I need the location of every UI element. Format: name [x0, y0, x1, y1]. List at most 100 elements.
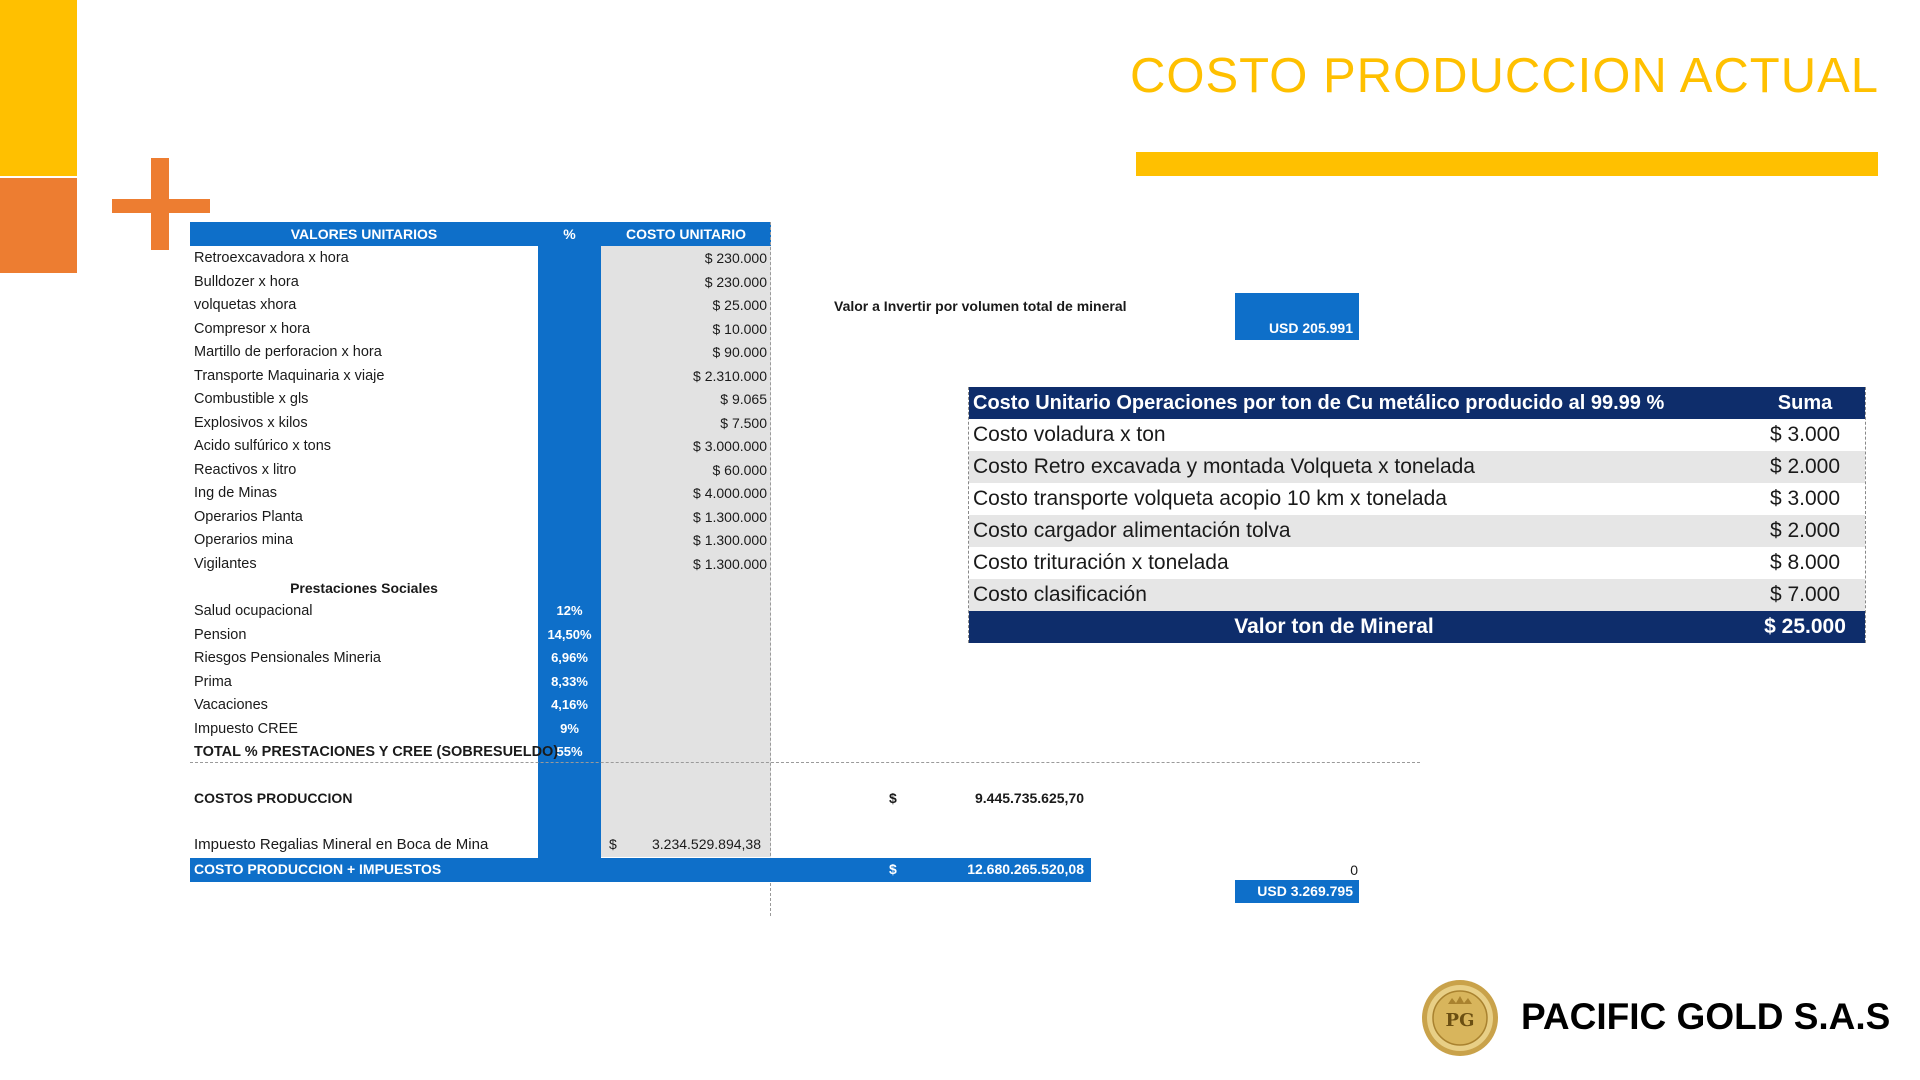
table-row: Costo trituración x tonelada $ 8.000 — [969, 547, 1865, 579]
operations-table-header: Costo Unitario Operaciones por ton de Cu… — [969, 387, 1865, 419]
page-title: COSTO PRODUCCION ACTUAL — [1130, 49, 1880, 103]
row-label: Costo cargador alimentación tolva — [973, 519, 1291, 542]
row-value: $ 230.000 — [704, 250, 767, 266]
row-label: TOTAL % PRESTACIONES Y CREE (SOBRESUELDO… — [194, 744, 559, 760]
row-label: Transporte Maquinaria x viaje — [194, 368, 385, 384]
footer-value: $ 25.000 — [1764, 615, 1846, 638]
row-value: $ 60.000 — [712, 462, 768, 478]
row-pct: 6,96% — [551, 650, 588, 665]
row-label: Vigilantes — [194, 556, 257, 572]
plus-icon-vertical — [151, 158, 169, 250]
row-pct: 4,16% — [551, 697, 588, 712]
row-pct: 9% — [560, 721, 579, 736]
row-value: $ 2.310.000 — [693, 368, 767, 384]
table-row: Transporte Maquinaria x viaje $ 2.310.000 — [190, 365, 771, 389]
row-pct: 12% — [556, 603, 583, 618]
table-row: Vacaciones 4,16% — [190, 694, 771, 718]
prestaciones-subheader: Prestaciones Sociales — [290, 580, 438, 596]
row-label: Vacaciones — [194, 697, 268, 713]
table-row: Salud ocupacional 12% — [190, 600, 771, 624]
impuesto-regalias-value: 3.234.529.894,38 — [652, 836, 761, 852]
table-row: Explosivos x kilos $ 7.500 — [190, 412, 771, 436]
impuesto-regalias-label: Impuesto Regalias Mineral en Boca de Min… — [194, 836, 489, 853]
row-value: $ 9.065 — [720, 391, 767, 407]
costos-produccion-value: 9.445.735.625,70 — [975, 790, 1084, 806]
row-label: Compresor x hora — [194, 321, 311, 337]
table-row: Costo voladura x ton $ 3.000 — [969, 419, 1865, 451]
decor-yellow-block — [0, 0, 77, 176]
usd-inversion-badge: USD 205.991 — [1235, 293, 1359, 340]
row-label: Acido sulfúrico x tons — [194, 438, 332, 454]
total-value: 12.680.265.520,08 — [967, 861, 1084, 877]
row-label: Costo voladura x ton — [973, 423, 1166, 446]
table-row: Costo cargador alimentación tolva $ 2.000 — [969, 515, 1865, 547]
row-pct: 55% — [556, 744, 583, 759]
brand-name: PACIFIC GOLD S.A.S — [1521, 996, 1891, 1037]
decor-orange-block — [0, 178, 77, 273]
row-label: Riesgos Pensionales Mineria — [194, 650, 381, 666]
table-row: Martillo de perforacion x hora $ 90.000 — [190, 341, 771, 365]
table-row: Prima 8,33% — [190, 671, 771, 695]
row-label: Bulldozer x hora — [194, 274, 299, 290]
total-currency: $ — [889, 861, 897, 877]
table-row: Acido sulfúrico x tons $ 3.000.000 — [190, 435, 771, 459]
row-value: $ 2.000 — [1769, 519, 1841, 542]
table-row: Costo transporte volqueta acopio 10 km x… — [969, 483, 1865, 515]
row-value: $ 1.300.000 — [693, 556, 767, 572]
row-value: $ 7.500 — [720, 415, 767, 431]
operations-cost-table: Costo Unitario Operaciones por ton de Cu… — [968, 387, 1866, 643]
row-label: Operarios Planta — [194, 509, 303, 525]
row-value: $ 3.000.000 — [693, 438, 767, 454]
footer-label: Valor ton de Mineral — [1234, 615, 1434, 638]
total-label: COSTO PRODUCCION + IMPUESTOS — [194, 861, 442, 877]
row-value: $ 8.000 — [1769, 551, 1841, 574]
row-label: Ing de Minas — [194, 485, 278, 501]
row-label: Impuesto CREE — [194, 721, 298, 737]
row-value: $ 230.000 — [704, 274, 767, 290]
row-label: Costo trituración x tonelada — [973, 551, 1229, 574]
row-label: Costo transporte volqueta acopio 10 km x… — [973, 487, 1447, 510]
costos-produccion-currency: $ — [889, 790, 897, 806]
row-label: Combustible x gls — [194, 391, 309, 407]
zero-value: 0 — [1350, 862, 1358, 878]
row-value: $ 1.300.000 — [693, 532, 767, 548]
row-value: $ 10.000 — [712, 321, 768, 337]
table-row: Retroexcavadora x hora $ 230.000 — [190, 247, 771, 271]
table-row: Operarios Planta $ 1.300.000 — [190, 506, 771, 530]
header-valores-unitarios: VALORES UNITARIOS — [290, 226, 438, 242]
table-row: Impuesto CREE 9% — [190, 718, 771, 742]
row-label: Salud ocupacional — [194, 603, 313, 619]
row-value: $ 3.000 — [1769, 487, 1841, 510]
impuesto-regalias-currency: $ — [609, 836, 617, 852]
table-row: Costo Retro excavada y montada Volqueta … — [969, 451, 1865, 483]
row-value: $ 25.000 — [712, 297, 768, 313]
row-value: $ 2.000 — [1769, 455, 1841, 478]
header-sum: Suma — [1777, 392, 1833, 414]
row-label: Operarios mina — [194, 532, 294, 548]
row-label: Reactivos x litro — [194, 462, 297, 478]
operations-table-footer: Valor ton de Mineral $ 25.000 — [969, 611, 1865, 643]
table-row: Costo clasificación $ 7.000 — [969, 579, 1865, 611]
row-label: Costo clasificación — [973, 583, 1147, 606]
row-pct: 8,33% — [551, 674, 588, 689]
title-underline-bar — [1136, 152, 1878, 176]
dashed-divider-horizontal — [190, 762, 1420, 763]
row-value: $ 3.000 — [1769, 423, 1841, 446]
table-row: Riesgos Pensionales Mineria 6,96% — [190, 647, 771, 671]
table-row: Compresor x hora $ 10.000 — [190, 318, 771, 342]
row-label: volquetas xhora — [194, 297, 297, 313]
table-row: Reactivos x litro $ 60.000 — [190, 459, 771, 483]
header-pct: % — [563, 226, 576, 242]
row-label: Retroexcavadora x hora — [194, 250, 349, 266]
header-costo-unitario: COSTO UNITARIO — [625, 226, 747, 242]
row-label: Pension — [194, 627, 247, 643]
costos-produccion-label: COSTOS PRODUCCION — [194, 790, 353, 806]
table-row: Ing de Minas $ 4.000.000 — [190, 482, 771, 506]
inversion-label: Valor a Invertir por volumen total de mi… — [834, 298, 1127, 314]
table-row: volquetas xhora $ 25.000 — [190, 294, 771, 318]
table-row: Bulldozer x hora $ 230.000 — [190, 271, 771, 295]
row-value: $ 4.000.000 — [693, 485, 767, 501]
table-row: Pension 14,50% — [190, 624, 771, 648]
header-label: Costo Unitario Operaciones por ton de Cu… — [973, 392, 1665, 414]
row-label: Explosivos x kilos — [194, 415, 308, 431]
